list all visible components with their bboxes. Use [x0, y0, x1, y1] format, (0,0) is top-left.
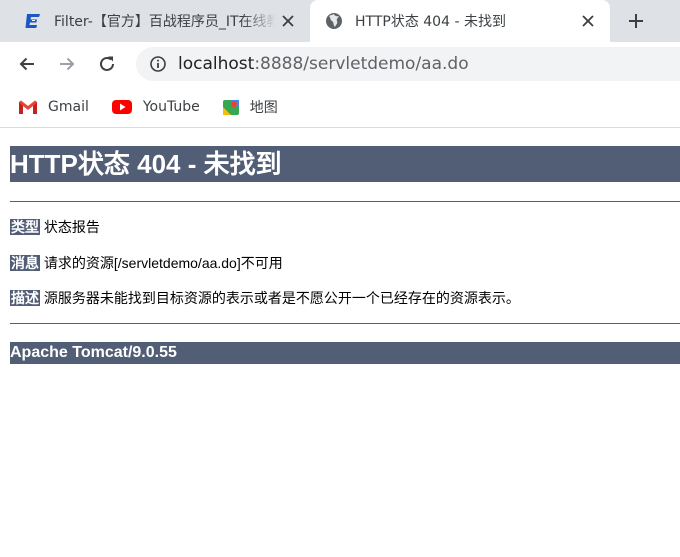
- forward-button[interactable]: [53, 50, 81, 78]
- description-label: 描述: [10, 290, 40, 306]
- close-icon[interactable]: [280, 13, 296, 29]
- maps-icon: [222, 99, 239, 115]
- globe-icon: [326, 13, 342, 29]
- tab-filter[interactable]: Filter-【官方】百战程序员_IT在线教育: [0, 0, 310, 42]
- tab-404[interactable]: HTTP状态 404 - 未找到: [310, 0, 610, 42]
- bookmark-youtube[interactable]: YouTube: [111, 99, 200, 115]
- forward-arrow-icon: [60, 57, 75, 71]
- url-host: localhost: [178, 54, 255, 74]
- type-label: 类型: [10, 219, 40, 235]
- tab-title: Filter-【官方】百战程序员_IT在线教育: [54, 14, 276, 30]
- tab-title: HTTP状态 404 - 未找到: [355, 14, 506, 30]
- new-tab-button[interactable]: [622, 9, 650, 33]
- type-value: 状态报告: [43, 219, 100, 235]
- youtube-icon: [111, 99, 132, 114]
- divider: [10, 201, 680, 202]
- description-row: 描述 源服务器未能找到目标资源的表示或者是不愿公开一个已经存在的资源表示。: [10, 289, 680, 307]
- reload-button[interactable]: [93, 50, 121, 78]
- description-value: 源服务器未能找到目标资源的表示或者是不愿公开一个已经存在的资源表示。: [43, 290, 520, 306]
- server-footer: Apache Tomcat/9.0.55: [10, 342, 680, 364]
- info-icon[interactable]: [150, 56, 166, 72]
- divider: [10, 323, 680, 324]
- type-row: 类型 状态报告: [10, 218, 680, 236]
- message-label: 消息: [10, 255, 40, 271]
- message-row: 消息 请求的资源[/servletdemo/aa.do]不可用: [10, 254, 680, 272]
- url-path: :8888/servletdemo/aa.do: [254, 54, 469, 74]
- back-arrow-icon: [19, 57, 34, 71]
- bookmark-label: 地图: [249, 99, 278, 116]
- error-page: HTTP状态 404 - 未找到 类型 状态报告 消息 请求的资源[/servl…: [0, 128, 680, 364]
- toolbar: localhost:8888/servletdemo/aa.do: [0, 42, 680, 86]
- tab-strip: Filter-【官方】百战程序员_IT在线教育 HTTP状态 404 - 未找到: [0, 0, 680, 42]
- bookmark-maps[interactable]: 地图: [222, 97, 278, 117]
- close-icon[interactable]: [580, 13, 596, 29]
- gmail-icon: [19, 100, 37, 114]
- address-bar[interactable]: localhost:8888/servletdemo/aa.do: [136, 47, 680, 81]
- page-title: HTTP状态 404 - 未找到: [10, 146, 680, 182]
- reload-icon: [100, 56, 114, 71]
- baizhan-logo-icon: [25, 14, 40, 28]
- message-value: 请求的资源[/servletdemo/aa.do]不可用: [43, 255, 283, 271]
- bookmark-label: Gmail: [48, 98, 89, 115]
- bookmark-gmail[interactable]: Gmail: [18, 99, 89, 115]
- bookmarks-bar: Gmail YouTube 地图: [0, 86, 680, 128]
- bookmark-label: YouTube: [142, 98, 200, 115]
- back-button[interactable]: [13, 50, 41, 78]
- url-text[interactable]: localhost:8888/servletdemo/aa.do: [178, 54, 469, 74]
- plus-icon: [629, 14, 643, 28]
